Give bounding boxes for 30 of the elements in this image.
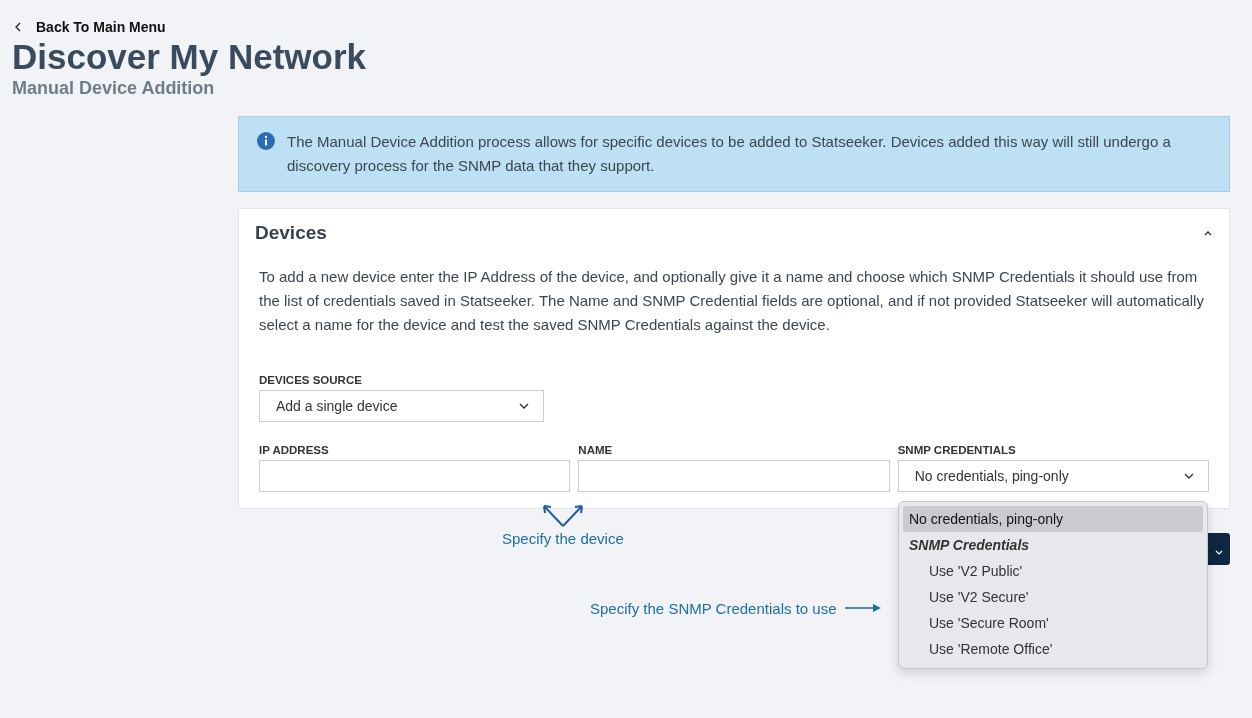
- arrow-right-icon: [844, 604, 881, 613]
- field-label: SNMP CREDENTIALS: [897, 443, 1017, 456]
- info-text: The Manual Device Addition process allows for specific devices to be added to Statseeker. Devices added this way will still undergo a discovery process for the SNMP data that they support.: [287, 131, 1172, 176]
- page-subtitle: Manual Device Addition: [12, 76, 216, 100]
- dropdown-option[interactable]: No credentials, ping-only: [903, 505, 1203, 532]
- panel-title: Devices: [255, 221, 327, 244]
- field-label: NAME: [578, 443, 614, 456]
- input-field[interactable]: [578, 459, 890, 492]
- annotation-text: Specify the device: [502, 529, 624, 547]
- back-link[interactable]: Back To Main Menu: [14, 19, 166, 35]
- chevron-left-icon: [14, 22, 22, 32]
- input-field[interactable]: [259, 459, 571, 492]
- dropdown-option[interactable]: Use 'V2 Secure': [903, 583, 1203, 610]
- option-group-label: SNMP Credentials: [908, 535, 1031, 555]
- credentials-select[interactable]: No credentials, ping-only: [897, 459, 1209, 492]
- dropdown-option[interactable]: Use 'V2 Public': [903, 557, 1203, 584]
- menu-button[interactable]: [1208, 532, 1230, 565]
- caret-icon: [519, 402, 529, 409]
- annotation-text: Specify the SNMP Credentials to use: [590, 599, 837, 617]
- field-label: IP ADDRESS: [259, 443, 330, 456]
- page-title: Discover My Network: [12, 38, 368, 77]
- collapse-chevron-icon[interactable]: [1203, 229, 1213, 236]
- panel-description: To add a new device enter the IP Address of the device, and optionally give it a name and choose which SNMP Credentials it should use from the list of credentials saved in Statseeker. The Name and SNMP Credential fields are optional, and if not provided Statseeker will automatically select a name for the device and test the saved SNMP Credentials against the device.: [259, 266, 1205, 335]
- caret-icon: [1184, 472, 1194, 479]
- devices-source-select[interactable]: Add a single device: [259, 389, 544, 422]
- dropdown-option[interactable]: Use 'Secure Room': [903, 609, 1203, 636]
- field-label: DEVICES SOURCE: [259, 373, 363, 386]
- dropdown-option[interactable]: Use 'Remote Office': [903, 635, 1203, 662]
- caret-icon: [1215, 549, 1223, 555]
- info-icon: [257, 131, 275, 150]
